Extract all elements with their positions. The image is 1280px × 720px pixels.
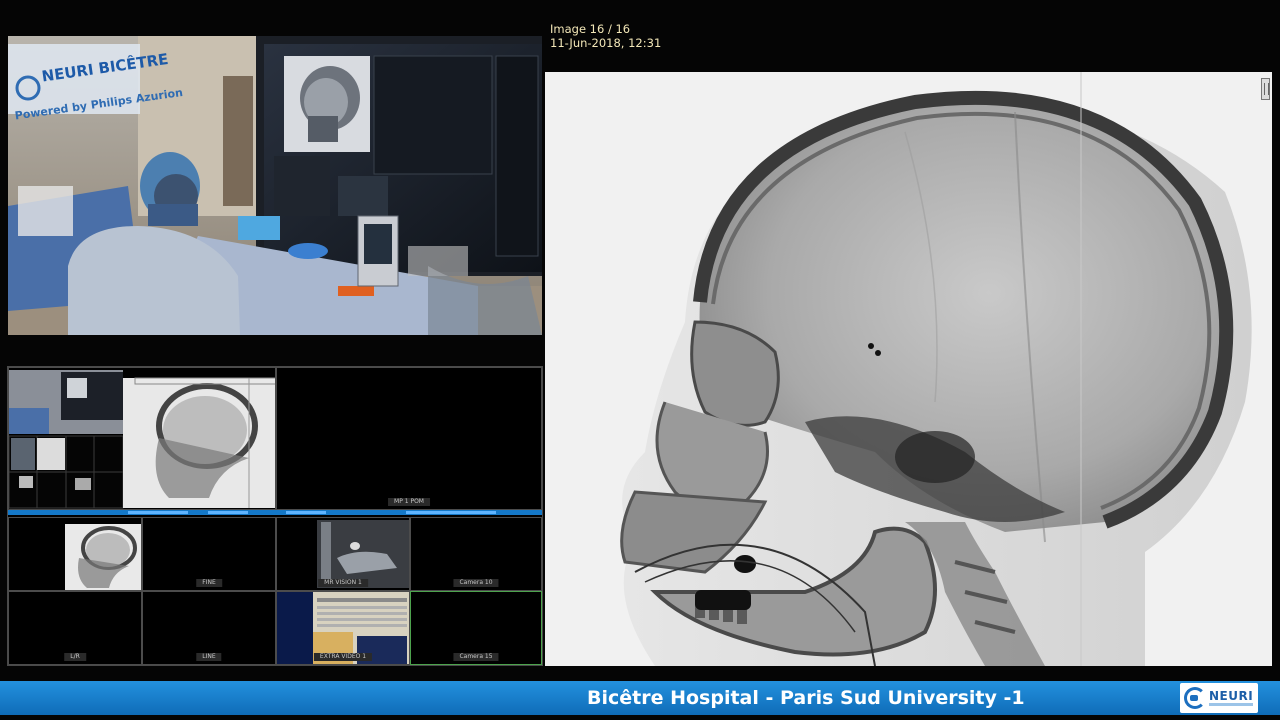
multiview-cell-cam4[interactable]: Camera 10 (410, 517, 542, 591)
footer-bar: Bicêtre Hospital - Paris Sud University … (0, 681, 1280, 715)
multiviewer-grid: MP 1 POM FINE MR VISION 1 Camera 10 L/R … (7, 366, 543, 666)
viewer-header: Image 16 / 16 11-Jun-2018, 12:31 (550, 22, 661, 50)
multiview-status-strip-right (276, 510, 542, 515)
multiview-cell-cam8-active[interactable]: Camera 15 (410, 591, 542, 665)
xray-image-viewer[interactable] (545, 72, 1272, 666)
image-timestamp: 11-Jun-2018, 12:31 (550, 36, 662, 50)
multiview-cell-cam6[interactable]: LINE (142, 591, 276, 665)
multiview-cell-label: LINE (196, 653, 222, 661)
multiview-cell-label: MR VISION 1 (318, 579, 368, 587)
composite-thumbnail (9, 368, 275, 509)
skull-xray-image (545, 72, 1272, 666)
multiview-cell-label: FINE (196, 579, 222, 587)
multiview-cell-label: EXTRA VIDEO 1 (313, 653, 373, 661)
multiview-cell-label: Camera 15 (453, 653, 499, 661)
multiview-cell-cam7[interactable]: EXTRA VIDEO 1 (276, 591, 410, 665)
multiview-cell-label: MP 1 POM (388, 498, 430, 506)
multiview-cell-skull[interactable] (8, 517, 142, 591)
multiview-cell-cam1[interactable]: MP 1 POM (276, 367, 542, 510)
multiview-cell-label: L/R (64, 653, 86, 661)
footer-title: Bicêtre Hospital - Paris Sud University … (587, 687, 1025, 709)
multiview-cell-cam3[interactable]: MR VISION 1 (276, 517, 410, 591)
skull-thumbnail (9, 518, 141, 590)
operating-room-camera-feed: NEURI BICÊTRE Powered by Philips Azurion (8, 36, 542, 335)
neuri-logo: NEURI (1180, 683, 1258, 713)
operating-room-scene: NEURI BICÊTRE Powered by Philips Azurion (8, 36, 542, 335)
multiview-cell-cam5[interactable]: L/R (8, 591, 142, 665)
multiview-cell-cam2[interactable]: FINE (142, 517, 276, 591)
multiview-cell-main-composite[interactable] (8, 367, 276, 510)
multiview-status-strip-left (8, 510, 276, 515)
brand-name: NEURI (1209, 689, 1254, 703)
multiview-cell-label: Camera 10 (453, 579, 499, 587)
viewer-scroll-handle[interactable] (1261, 78, 1270, 100)
image-counter: Image 16 / 16 (550, 22, 631, 36)
